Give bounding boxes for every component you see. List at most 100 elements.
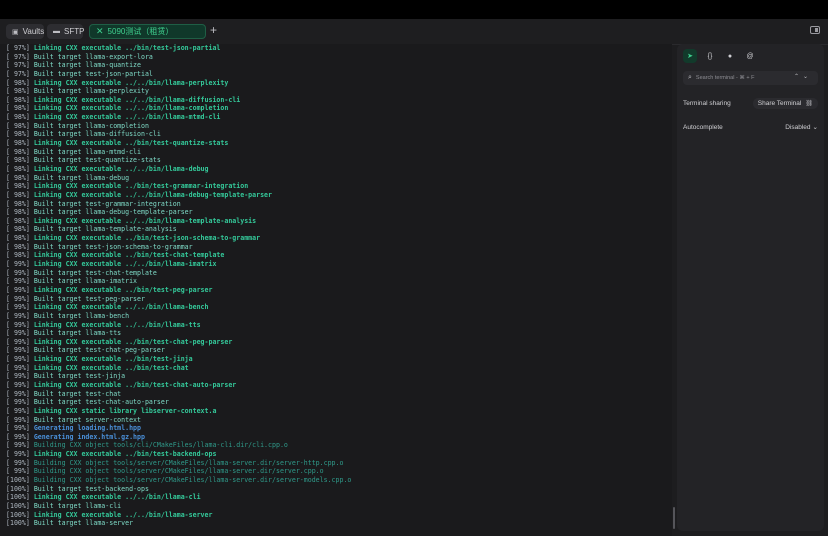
terminal-line: [ 98%] Linking CXX executable ../../bin/…	[6, 217, 672, 226]
build-message: Linking CXX executable ../bin/test-backe…	[33, 450, 217, 459]
progress-percent: [ 98%]	[6, 251, 30, 260]
terminal-line: [ 98%] Built target test-grammar-integra…	[6, 200, 672, 209]
build-message: Built target llama-export-lora	[33, 52, 153, 61]
terminal-line: [ 99%] Built target llama-tts	[6, 329, 672, 338]
close-icon[interactable]: ✕	[96, 26, 104, 37]
tab-sftp[interactable]: ▬ SFTP	[47, 24, 85, 39]
terminal-line: [ 99%] Linking CXX executable ../../bin/…	[6, 260, 672, 269]
terminal-line: [ 99%] Built target llama-imatrix	[6, 277, 672, 286]
terminal-line: [ 99%] Built target server-context	[6, 416, 672, 425]
progress-percent: [ 98%]	[6, 139, 30, 148]
build-message: Building CXX object tools/server/CMakeFi…	[33, 467, 324, 476]
terminal-line: [ 98%] Linking CXX executable ../bin/tes…	[6, 139, 672, 148]
terminal-line: [ 99%] Linking CXX executable ../../bin/…	[6, 321, 672, 330]
build-message: Linking CXX executable ../../bin/llama-t…	[33, 216, 257, 225]
terminal-line: [ 99%] Built target test-chat-template	[6, 269, 672, 278]
tab-vaults[interactable]: ▣ Vaults	[6, 24, 44, 39]
build-message: Built target llama-debug-template-parser	[33, 208, 193, 217]
search-placeholder: Search terminal - ⌘ + F	[695, 75, 755, 81]
progress-percent: [ 99%]	[6, 458, 30, 467]
search-terminal-input[interactable]: ⌕ Search terminal - ⌘ + F ⌃⌄	[683, 71, 818, 85]
tab-5090-test[interactable]: ✕ 5090测试（租赁）	[89, 24, 206, 39]
progress-percent: [ 98%]	[6, 242, 30, 251]
terminal-line: [ 98%] Built target llama-completion	[6, 122, 672, 131]
vault-icon: ▣	[12, 28, 19, 36]
build-message: Built target llama-server	[33, 519, 134, 528]
share-terminal-button[interactable]: Share Terminal ⛓	[752, 98, 818, 109]
at-icon[interactable]: @	[743, 49, 757, 63]
build-message: Built target llama-bench	[33, 311, 130, 320]
progress-percent: [ 99%]	[6, 346, 30, 355]
terminal-line: [ 98%] Built target test-json-schema-to-…	[6, 243, 672, 252]
terminal-line: [ 98%] Linking CXX executable ../../bin/…	[6, 79, 672, 88]
progress-percent: [ 99%]	[6, 415, 30, 424]
terminal-line: [ 98%] Linking CXX executable ../../bin/…	[6, 113, 672, 122]
terminal-lines: [ 97%] Linking CXX executable ../bin/tes…	[0, 44, 672, 528]
progress-percent: [ 97%]	[6, 61, 30, 70]
progress-percent: [ 98%]	[6, 156, 30, 165]
tab-label: SFTP	[64, 27, 85, 36]
build-message: Built target llama-completion	[33, 121, 149, 130]
send-icon[interactable]: ➤	[683, 49, 697, 63]
terminal-line: [ 99%] Linking CXX executable ../bin/tes…	[6, 355, 672, 364]
tab-bar: ▣ Vaults ▬ SFTP ✕ 5090测试（租赁）	[0, 19, 828, 45]
build-message: Built target test-peg-parser	[33, 294, 145, 303]
terminal-line: [ 99%] Linking CXX executable ../bin/tes…	[6, 381, 672, 390]
terminal-line: [ 99%] Built target test-chat	[6, 390, 672, 399]
autocomplete-dropdown[interactable]: Disabled ⌄	[785, 123, 818, 132]
progress-percent: [ 99%]	[6, 268, 30, 277]
progress-percent: [ 99%]	[6, 406, 30, 415]
new-tab-button[interactable]: +	[210, 23, 217, 37]
build-message: Built target test-json-partial	[33, 69, 153, 78]
build-message: Linking CXX executable ../../bin/llama-d…	[33, 164, 209, 173]
progress-percent: [ 98%]	[6, 199, 30, 208]
build-message: Built target test-backend-ops	[33, 484, 149, 493]
build-message: Linking CXX executable ../../bin/llama-i…	[33, 260, 217, 269]
terminal-line: [100%] Built target llama-server	[6, 519, 672, 528]
build-message: Built target llama-perplexity	[33, 87, 149, 96]
progress-percent: [ 98%]	[6, 78, 30, 87]
progress-percent: [ 98%]	[6, 147, 30, 156]
build-message: Linking CXX executable ../../bin/llama-c…	[33, 493, 201, 502]
build-message: Linking CXX executable ../bin/test-chat-…	[33, 251, 225, 260]
progress-percent: [ 99%]	[6, 329, 30, 338]
terminal-output[interactable]: [ 97%] Linking CXX executable ../bin/tes…	[0, 44, 672, 536]
terminal-line: [ 98%] Linking CXX executable ../../bin/…	[6, 104, 672, 113]
terminal-line: [ 98%] Built target llama-debug-template…	[6, 208, 672, 217]
progress-percent: [ 99%]	[6, 311, 30, 320]
sidebar-toggle-icon[interactable]	[810, 26, 820, 34]
progress-percent: [ 98%]	[6, 234, 30, 243]
link-icon: ⛓	[805, 101, 813, 107]
progress-percent: [ 99%]	[6, 441, 30, 450]
build-message: Generating loading.html.hpp	[33, 424, 141, 433]
progress-percent: [ 98%]	[6, 113, 30, 122]
progress-percent: [ 97%]	[6, 52, 30, 61]
terminal-line: [ 97%] Built target test-json-partial	[6, 70, 672, 79]
build-message: Linking CXX executable ../../bin/llama-d…	[33, 95, 241, 104]
terminal-line: [ 99%] Building CXX object tools/cli/CMa…	[6, 441, 672, 450]
terminal-line: [ 99%] Building CXX object tools/server/…	[6, 459, 672, 468]
braces-icon[interactable]: {}	[703, 49, 717, 63]
autocomplete-label: Autocomplete	[683, 123, 723, 131]
build-message: Linking CXX executable ../bin/test-quant…	[33, 139, 229, 148]
progress-percent: [ 98%]	[6, 121, 30, 130]
build-message: Built target llama-diffusion-cli	[33, 130, 161, 139]
progress-percent: [ 99%]	[6, 363, 30, 372]
progress-percent: [ 98%]	[6, 173, 30, 182]
build-message: Linking CXX executable ../bin/test-chat-…	[33, 380, 237, 389]
build-message: Linking CXX executable ../../bin/llama-p…	[33, 78, 229, 87]
terminal-line: [ 98%] Linking CXX executable ../../bin/…	[6, 96, 672, 105]
build-message: Linking CXX executable ../../bin/llama-m…	[33, 113, 221, 122]
info-icon[interactable]: ●	[723, 49, 737, 63]
build-message: Linking CXX executable ../../bin/llama-t…	[33, 320, 201, 329]
build-message: Built target test-chat-auto-parser	[33, 398, 169, 407]
terminal-line: [ 99%] Linking CXX executable ../../bin/…	[6, 303, 672, 312]
progress-percent: [ 98%]	[6, 216, 30, 225]
terminal-scrollbar[interactable]	[673, 507, 675, 529]
progress-percent: [100%]	[6, 519, 30, 528]
build-message: Linking CXX executable ../../bin/llama-b…	[33, 303, 209, 312]
terminal-line: [ 99%] Linking CXX static library libser…	[6, 407, 672, 416]
terminal-line: [100%] Building CXX object tools/server/…	[6, 476, 672, 485]
build-message: Built target test-jinja	[33, 372, 126, 381]
search-nav-arrows-icon[interactable]: ⌃⌄	[794, 73, 812, 80]
